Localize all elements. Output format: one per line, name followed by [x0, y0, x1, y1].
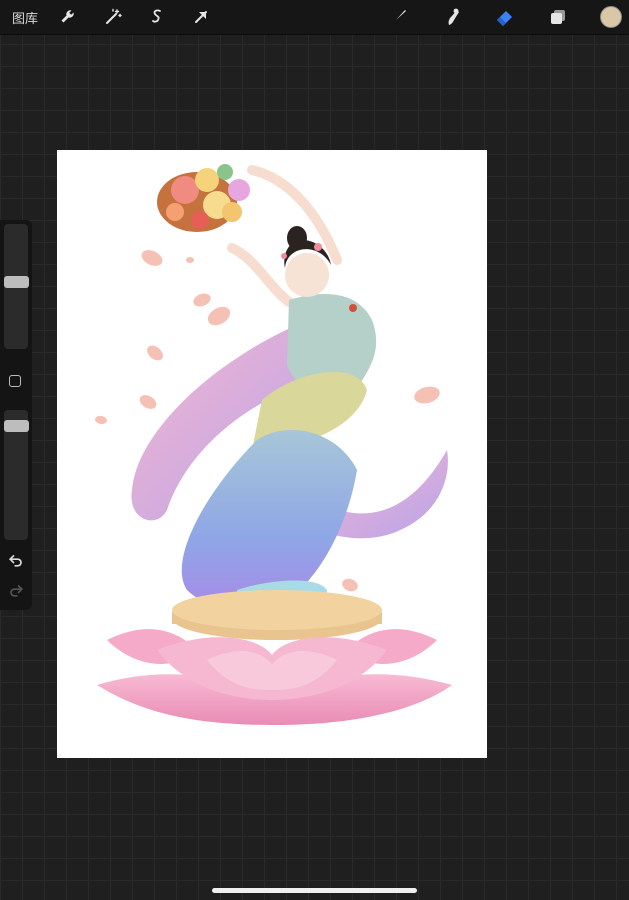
lotus-base — [97, 629, 452, 725]
drawing-canvas[interactable] — [57, 150, 487, 758]
wrench-icon[interactable] — [57, 5, 81, 29]
dancer-illustration — [95, 164, 452, 725]
selection-icon[interactable] — [145, 5, 169, 29]
brush-icon[interactable] — [387, 5, 411, 29]
flower-basket — [157, 164, 250, 232]
home-indicator[interactable] — [212, 888, 417, 893]
redo-icon[interactable] — [6, 580, 26, 600]
undo-icon[interactable] — [6, 550, 26, 570]
top-toolbar: 图库 — [0, 0, 629, 35]
magic-wand-icon[interactable] — [101, 5, 125, 29]
eraser-icon[interactable] — [493, 5, 517, 29]
brush-size-thumb[interactable] — [4, 276, 29, 288]
left-sidebar — [0, 220, 32, 610]
layers-icon[interactable] — [546, 5, 570, 29]
modify-button[interactable] — [9, 375, 21, 387]
gallery-button[interactable]: 图库 — [12, 8, 38, 27]
transform-arrow-icon[interactable] — [189, 5, 213, 29]
color-swatch[interactable] — [600, 6, 622, 28]
smudge-icon[interactable] — [441, 5, 465, 29]
opacity-thumb[interactable] — [4, 420, 29, 432]
